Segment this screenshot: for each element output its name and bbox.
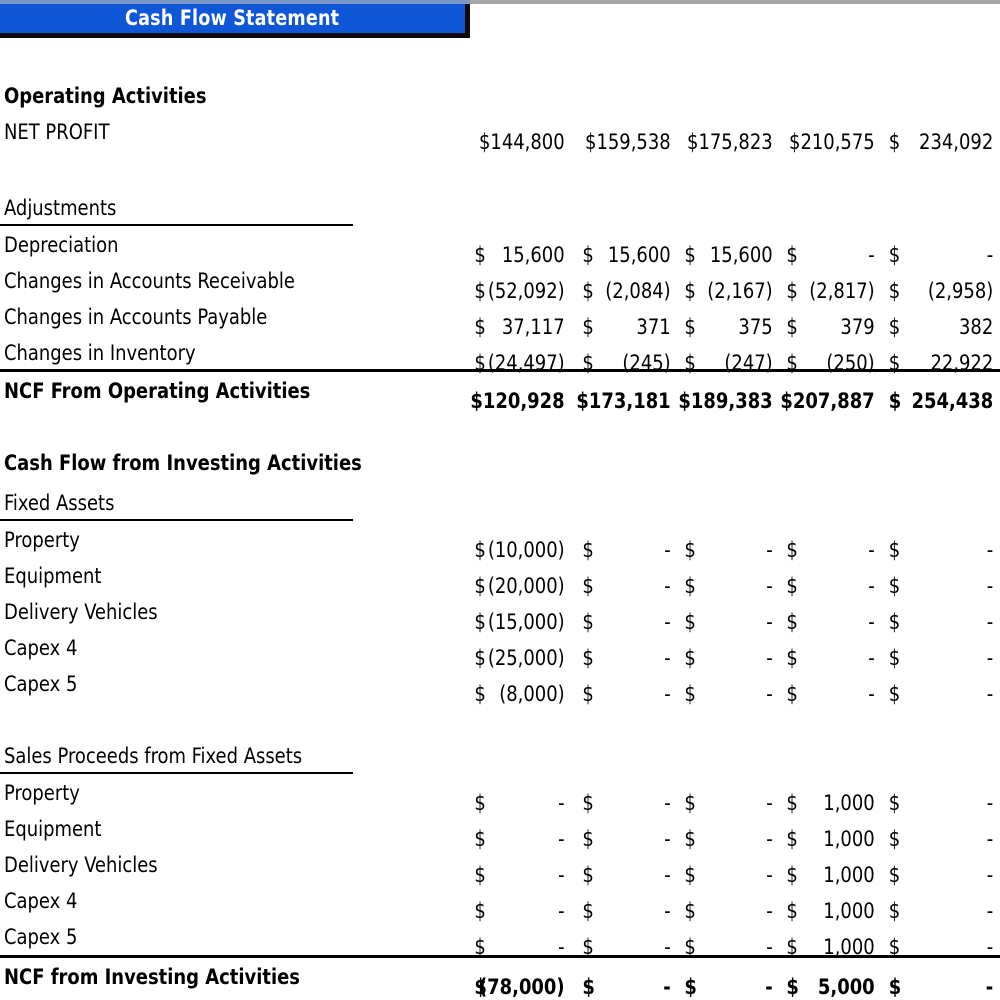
capex-property-label: Property: [4, 527, 80, 552]
table-row-accounts-payable: Changes in Accounts Payable $37,117 $371…: [4, 304, 994, 339]
operating-activities-heading: Operating Activities: [4, 83, 207, 108]
table-row-depreciation: Depreciation $15,600 $15,600 $15,600 $ - …: [4, 232, 994, 267]
sales-proceeds-underline: [0, 772, 353, 774]
adjustments-underline: [0, 224, 353, 226]
table-row-net-profit: NET PROFIT $144,800 $159,538 $175,823 $2…: [4, 119, 994, 154]
fixed-assets-underline: [0, 519, 353, 521]
page-title: Cash Flow Statement: [125, 6, 340, 30]
net-profit-label: NET PROFIT: [4, 119, 110, 144]
capex-4-label: Capex 4: [4, 635, 78, 660]
section-heading-operating: Operating Activities: [0, 78, 1000, 114]
table-row-inventory: Changes in Inventory $ (24,497) $ (245) $(…: [4, 340, 994, 375]
proceeds-equipment-label: Equipment: [4, 816, 102, 841]
table-row-proceeds-capex-5: Capex 5 $ - $ - $ - $1,000 $ -: [4, 924, 994, 959]
table-row-proceeds-equipment: Equipment $ - $ - $ - $1,000 $ -: [4, 816, 994, 851]
operating-total-top-rule: [0, 369, 1000, 372]
table-row-proceeds-vehicles: Delivery Vehicles $ - $ - $ - $1,000 $ -: [4, 852, 994, 887]
adjustments-heading: Adjustments: [4, 195, 117, 220]
table-row-capex-5: Capex 5 $ (8,000) $ - $ - $ - $ -: [4, 671, 994, 706]
section-heading-adjustments: Adjustments: [0, 190, 1000, 226]
ncf-operating-label: NCF From Operating Activities: [4, 378, 311, 403]
cash-flow-statement-sheet: Cash Flow Statement Operating Activities…: [0, 0, 1000, 1000]
table-row-capex-equipment: Equipment $ (20,000) $ - $ - $ - $ -: [4, 563, 994, 598]
depreciation-label: Depreciation: [4, 232, 119, 257]
capex-5-label: Capex 5: [4, 671, 78, 696]
investing-activities-heading: Cash Flow from Investing Activities: [4, 450, 362, 475]
proceeds-vehicles-label: Delivery Vehicles: [4, 852, 158, 877]
table-row-proceeds-property: Property $ - $ - $ - $1,000 $ -: [4, 780, 994, 815]
inventory-label: Changes in Inventory: [4, 340, 196, 365]
section-heading-investing: Cash Flow from Investing Activities: [0, 445, 1000, 481]
proceeds-capex-4-label: Capex 4: [4, 888, 78, 913]
investing-total-top-rule: [0, 955, 1000, 958]
section-heading-fixed-assets: Fixed Assets: [0, 485, 1000, 521]
table-row-capex-property: Property $ (10,000) $ - $ - $ - $ -: [4, 527, 994, 562]
accounts-receivable-label: Changes in Accounts Receivable: [4, 268, 295, 293]
table-row-proceeds-capex-4: Capex 4 $ - $ - $ - $1,000 $ -: [4, 888, 994, 923]
table-row-capex-4: Capex 4 $ (25,000) $ - $ - $ - $ -: [4, 635, 994, 670]
capex-equipment-label: Equipment: [4, 563, 102, 588]
proceeds-capex-5-label: Capex 5: [4, 924, 78, 949]
table-row-capex-vehicles: Delivery Vehicles $ (15,000) $ - $ - $ - $ -: [4, 599, 994, 634]
table-row-ncf-investing: NCF from Investing Activities $ (78,000) …: [4, 964, 994, 999]
accounts-payable-label: Changes in Accounts Payable: [4, 304, 268, 329]
proceeds-property-label: Property: [4, 780, 80, 805]
table-row-accounts-receivable: Changes in Accounts Receivable $ (52,092)…: [4, 268, 994, 303]
table-row-ncf-operating: NCF From Operating Activities $120,928 $…: [4, 378, 994, 413]
sales-proceeds-heading: Sales Proceeds from Fixed Assets: [4, 743, 303, 768]
statement-title-banner: Cash Flow Statement: [0, 4, 470, 38]
section-heading-sales-proceeds: Sales Proceeds from Fixed Assets: [0, 738, 1000, 774]
capex-vehicles-label: Delivery Vehicles: [4, 599, 158, 624]
ncf-investing-label: NCF from Investing Activities: [4, 964, 300, 989]
fixed-assets-heading: Fixed Assets: [4, 490, 115, 515]
